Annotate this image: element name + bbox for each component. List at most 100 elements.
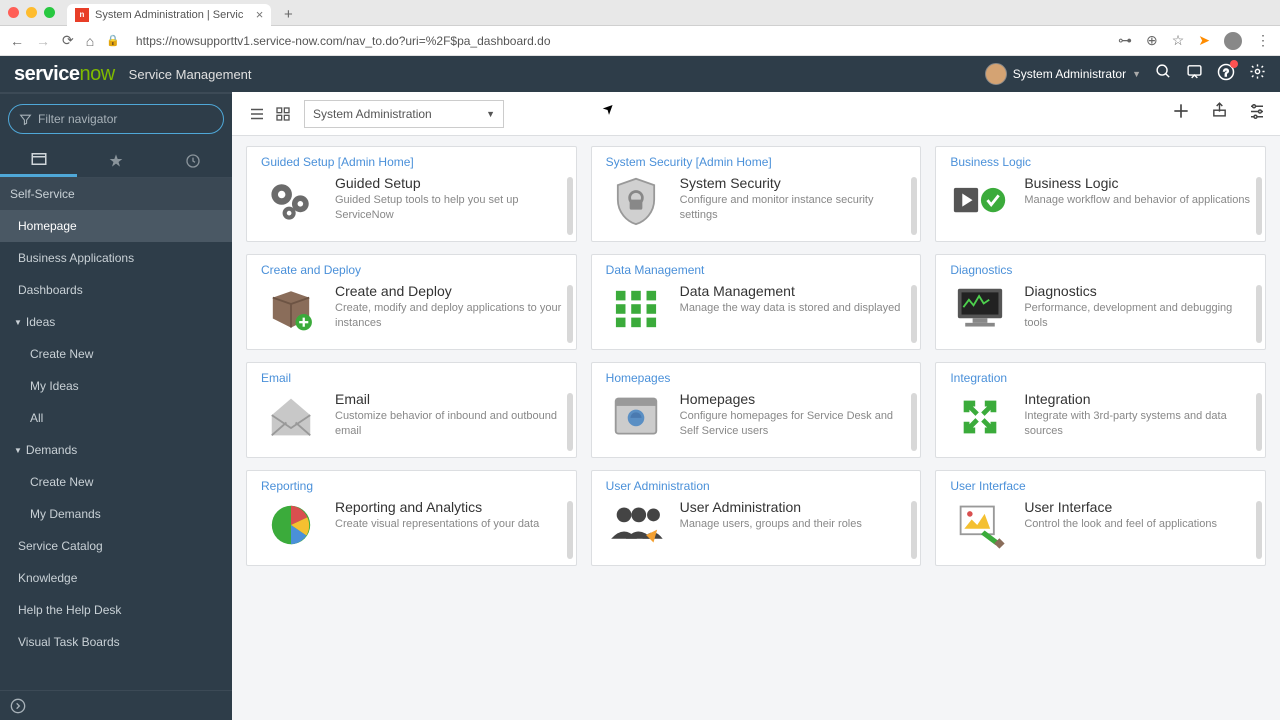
card-scrollbar[interactable]	[911, 501, 917, 559]
dashboard-card[interactable]: Email Email Customize behavior of inboun…	[246, 362, 577, 458]
category-select[interactable]: System Administration ▼	[304, 100, 504, 128]
filter-navigator[interactable]	[8, 104, 224, 134]
pie-icon	[261, 499, 321, 551]
collapse-sidebar-button[interactable]	[0, 690, 232, 720]
nav-item[interactable]: Self-Service	[0, 178, 232, 210]
gear-icon[interactable]	[1249, 63, 1266, 85]
dashboard-card[interactable]: Guided Setup [Admin Home] Guided Setup G…	[246, 146, 577, 242]
card-link[interactable]: Homepages	[606, 371, 907, 385]
forward-button[interactable]: →	[36, 33, 50, 49]
card-link[interactable]: Data Management	[606, 263, 907, 277]
nav-item[interactable]: Knowledge	[0, 562, 232, 594]
card-link[interactable]: Create and Deploy	[261, 263, 562, 277]
zoom-icon[interactable]: ⊕	[1146, 32, 1158, 49]
nav-item[interactable]: All	[0, 402, 232, 434]
dashboard-card[interactable]: System Security [Admin Home] System Secu…	[591, 146, 922, 242]
nav-item[interactable]: Create New	[0, 466, 232, 498]
logo[interactable]: servicenow	[14, 63, 115, 86]
nav-tab-history[interactable]	[155, 144, 232, 177]
card-scrollbar[interactable]	[911, 177, 917, 235]
send-icon[interactable]: ➤	[1198, 32, 1210, 49]
card-description: Create, modify and deploy applications t…	[335, 301, 562, 332]
dashboard-card[interactable]: Create and Deploy Create and Deploy Crea…	[246, 254, 577, 350]
card-link[interactable]: User Administration	[606, 479, 907, 493]
nav-item[interactable]: My Demands	[0, 498, 232, 530]
arrows-icon	[950, 391, 1010, 443]
envelope-icon	[261, 391, 321, 443]
dashboard-card[interactable]: User Administration User Administration …	[591, 470, 922, 566]
card-description: Configure homepages for Service Desk and…	[680, 409, 907, 440]
card-scrollbar[interactable]	[911, 285, 917, 343]
card-description: Configure and monitor instance security …	[680, 193, 907, 224]
url-field[interactable]: https://nowsupporttv1.service-now.com/na…	[136, 34, 1106, 48]
card-link[interactable]: Reporting	[261, 479, 562, 493]
card-link[interactable]: Integration	[950, 371, 1251, 385]
add-button[interactable]	[1171, 101, 1191, 126]
nav-item[interactable]: Create New	[0, 338, 232, 370]
browser-tab[interactable]: n System Administration | Servic ×	[67, 4, 271, 26]
card-description: Control the look and feel of application…	[1024, 517, 1217, 532]
nav-item[interactable]: Ideas	[0, 306, 232, 338]
window-controls[interactable]	[8, 7, 55, 18]
card-scrollbar[interactable]	[1256, 501, 1262, 559]
main-content: System Administration ▼ Guided Setup [Ad…	[232, 92, 1280, 720]
card-scrollbar[interactable]	[567, 501, 573, 559]
card-link[interactable]: Guided Setup [Admin Home]	[261, 155, 562, 169]
nav-item[interactable]: Service Catalog	[0, 530, 232, 562]
nav-item[interactable]: My Ideas	[0, 370, 232, 402]
list-view-button[interactable]	[246, 103, 268, 125]
card-link[interactable]: Email	[261, 371, 562, 385]
nav-item[interactable]: Business Applications	[0, 242, 232, 274]
nav-tab-all[interactable]	[0, 144, 77, 177]
search-icon[interactable]	[1155, 63, 1172, 85]
dashboard-card[interactable]: Diagnostics Diagnostics Performance, dev…	[935, 254, 1266, 350]
help-icon[interactable]: ?	[1217, 63, 1235, 86]
dashboard-card[interactable]: Data Management Data Management Manage t…	[591, 254, 922, 350]
close-tab-icon[interactable]: ×	[256, 7, 264, 22]
nav-item[interactable]: Help the Help Desk	[0, 594, 232, 626]
back-button[interactable]: ←	[10, 33, 24, 49]
card-scrollbar[interactable]	[567, 177, 573, 235]
monitor-icon	[950, 283, 1010, 335]
nav-tab-favorites[interactable]	[77, 144, 154, 177]
user-name: System Administrator	[1013, 67, 1126, 81]
nav-item[interactable]: Demands	[0, 434, 232, 466]
nav-item[interactable]: Visual Task Boards	[0, 626, 232, 658]
card-scrollbar[interactable]	[1256, 285, 1262, 343]
chat-icon[interactable]	[1186, 63, 1203, 85]
card-description: Customize behavior of inbound and outbou…	[335, 409, 562, 440]
dashboard-card[interactable]: Business Logic Business Logic Manage wor…	[935, 146, 1266, 242]
filter-input[interactable]	[38, 112, 213, 126]
share-button[interactable]	[1211, 101, 1228, 126]
card-scrollbar[interactable]	[567, 393, 573, 451]
dashboard-card[interactable]: Integration Integration Integrate with 3…	[935, 362, 1266, 458]
dashboard-card[interactable]: Reporting Reporting and Analytics Create…	[246, 470, 577, 566]
card-scrollbar[interactable]	[1256, 393, 1262, 451]
home-button[interactable]: ⌂	[86, 33, 94, 49]
menu-icon[interactable]: ⋮	[1256, 32, 1270, 49]
card-scrollbar[interactable]	[567, 285, 573, 343]
shield-icon	[606, 175, 666, 227]
nav-item[interactable]: Homepage	[0, 210, 232, 242]
reload-button[interactable]: ⟳	[62, 32, 74, 49]
card-scrollbar[interactable]	[911, 393, 917, 451]
dashboard-card[interactable]: Homepages Homepages Configure homepages …	[591, 362, 922, 458]
new-tab-button[interactable]: +	[277, 4, 299, 26]
settings-button[interactable]	[1248, 101, 1266, 126]
star-icon[interactable]: ☆	[1172, 32, 1185, 49]
card-link[interactable]: Diagnostics	[950, 263, 1251, 277]
card-heading: Reporting and Analytics	[335, 499, 539, 515]
key-icon[interactable]: ⊶	[1118, 32, 1132, 49]
nav-item[interactable]: Dashboards	[0, 274, 232, 306]
nav-list[interactable]: Self-ServiceHomepageBusiness Application…	[0, 178, 232, 690]
card-link[interactable]: Business Logic	[950, 155, 1251, 169]
profile-icon[interactable]	[1224, 32, 1242, 50]
lock-icon: 🔒	[106, 34, 120, 47]
user-menu[interactable]: System Administrator ▼	[985, 63, 1141, 85]
card-link[interactable]: System Security [Admin Home]	[606, 155, 907, 169]
chevron-down-icon: ▼	[1132, 69, 1141, 79]
grid-view-button[interactable]	[272, 103, 294, 125]
card-link[interactable]: User Interface	[950, 479, 1251, 493]
dashboard-card[interactable]: User Interface User Interface Control th…	[935, 470, 1266, 566]
card-scrollbar[interactable]	[1256, 177, 1262, 235]
